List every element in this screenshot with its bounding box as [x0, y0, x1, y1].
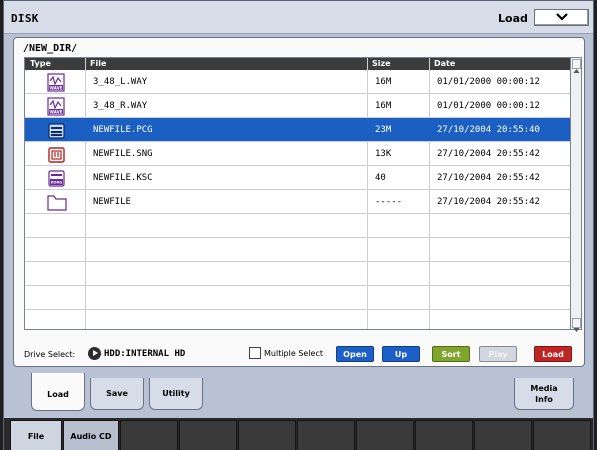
drive-select-label: Drive Select:	[24, 350, 76, 359]
empty-row	[25, 262, 570, 286]
file-date: 27/10/2004 20:55:40	[437, 125, 540, 135]
mode-dropdown[interactable]	[534, 9, 589, 26]
multiple-select-label: Multiple Select	[264, 349, 323, 358]
bottom-tab-empty[interactable]	[297, 420, 355, 450]
up-button[interactable]: Up	[382, 346, 420, 362]
file-name: 3_48_R.WAY	[93, 101, 148, 111]
file-size: 16M	[375, 101, 392, 111]
file-date: 27/10/2004 20:55:42	[437, 197, 540, 207]
table-row[interactable]: WAVE 3_48_R.WAY 16M 01/01/2000 00:00:12	[25, 94, 570, 118]
tab-media-label-2: Info	[535, 395, 553, 404]
bottom-tab-empty[interactable]	[533, 420, 591, 450]
multiple-select-checkbox[interactable]	[249, 347, 261, 359]
scroll-up-button[interactable]	[572, 59, 581, 73]
file-size: -----	[375, 197, 403, 207]
empty-row	[25, 238, 570, 262]
bottom-tab-empty[interactable]	[120, 420, 178, 450]
empty-row	[25, 214, 570, 238]
wave-file-icon: WAVE	[47, 97, 65, 116]
file-name: NEWFILE	[93, 197, 131, 207]
arrow-down-icon	[573, 328, 580, 332]
file-table: Type File Size Date WAVE 3_48_L.WAY 16M …	[24, 57, 571, 330]
current-path: /NEW_DIR/	[23, 43, 78, 54]
bottom-tab-empty[interactable]	[238, 420, 296, 450]
drive-select-arrow-icon[interactable]	[88, 347, 101, 360]
file-date: 27/10/2004 20:55:42	[437, 149, 540, 159]
file-size: 40	[375, 173, 386, 183]
svg-text:WAVE: WAVE	[50, 85, 63, 90]
bottom-tab-empty[interactable]	[415, 420, 473, 450]
file-name: NEWFILE.KSC	[93, 173, 153, 183]
tab-media-label-1: Media	[530, 384, 558, 393]
file-date: 01/01/2000 00:00:12	[437, 77, 540, 87]
bottom-tab-file[interactable]: File	[10, 420, 62, 450]
header: DISK Load	[4, 1, 593, 34]
mode-label: Load	[498, 12, 528, 25]
bottom-tab-empty[interactable]	[356, 420, 414, 450]
file-name: 3_48_L.WAY	[93, 77, 148, 87]
file-name: NEWFILE.SNG	[93, 149, 153, 159]
ksc-file-icon: KORG	[48, 170, 65, 187]
table-row[interactable]: WAVE 3_48_L.WAY 16M 01/01/2000 00:00:12	[25, 70, 570, 94]
sng-file-icon	[48, 147, 65, 163]
file-name: NEWFILE.PCG	[93, 125, 153, 135]
bottom-tab-audio-cd[interactable]: Audio CD	[63, 420, 119, 450]
svg-text:KORG: KORG	[51, 181, 62, 185]
pcg-file-icon	[48, 123, 65, 139]
column-file: File	[90, 59, 107, 68]
file-size: 13K	[375, 149, 392, 159]
chevron-down-icon	[556, 13, 568, 21]
play-button[interactable]: Play	[479, 346, 517, 362]
file-size: 23M	[375, 125, 392, 135]
load-button[interactable]: Load	[534, 346, 572, 362]
open-button[interactable]: Open	[336, 346, 374, 362]
empty-row	[25, 286, 570, 310]
table-row[interactable]: KORG NEWFILE.KSC 40 27/10/2004 20:55:42	[25, 166, 570, 190]
file-browser-panel: /NEW_DIR/ Type File Size Date WAVE 3_48_…	[13, 37, 585, 367]
table-row-selected[interactable]: NEWFILE.PCG 23M 27/10/2004 20:55:40	[25, 118, 570, 142]
tab-save[interactable]: Save	[90, 378, 144, 410]
bottom-tab-empty[interactable]	[474, 420, 532, 450]
bottom-tab-empty[interactable]	[179, 420, 237, 450]
table-row[interactable]: NEWFILE.SNG 13K 27/10/2004 20:55:42	[25, 142, 570, 166]
page-title: DISK	[11, 12, 39, 25]
column-type: Type	[30, 59, 51, 68]
file-date: 01/01/2000 00:00:12	[437, 101, 540, 111]
table-row[interactable]: NEWFILE ----- 27/10/2004 20:55:42	[25, 190, 570, 214]
folder-icon	[47, 195, 67, 211]
tab-utility[interactable]: Utility	[149, 378, 203, 410]
svg-text:WAVE: WAVE	[50, 109, 63, 114]
tab-load[interactable]: Load	[31, 373, 85, 411]
arrow-up-icon	[573, 69, 580, 73]
column-date: Date	[434, 59, 456, 68]
wave-file-icon: WAVE	[47, 73, 65, 92]
vertical-scrollbar[interactable]	[571, 57, 582, 332]
empty-row	[25, 310, 570, 329]
scroll-down-button[interactable]	[572, 318, 581, 332]
file-date: 27/10/2004 20:55:42	[437, 173, 540, 183]
column-size: Size	[372, 59, 391, 68]
disk-window: DISK Load /NEW_DIR/ Type File Size Date	[3, 0, 594, 450]
table-header: Type File Size Date	[25, 58, 570, 70]
drive-select-value[interactable]: HDD:INTERNAL HD	[104, 349, 185, 359]
sort-button[interactable]: Sort	[432, 346, 470, 362]
file-size: 16M	[375, 77, 392, 87]
tab-media-info[interactable]: Media Info	[514, 378, 574, 410]
